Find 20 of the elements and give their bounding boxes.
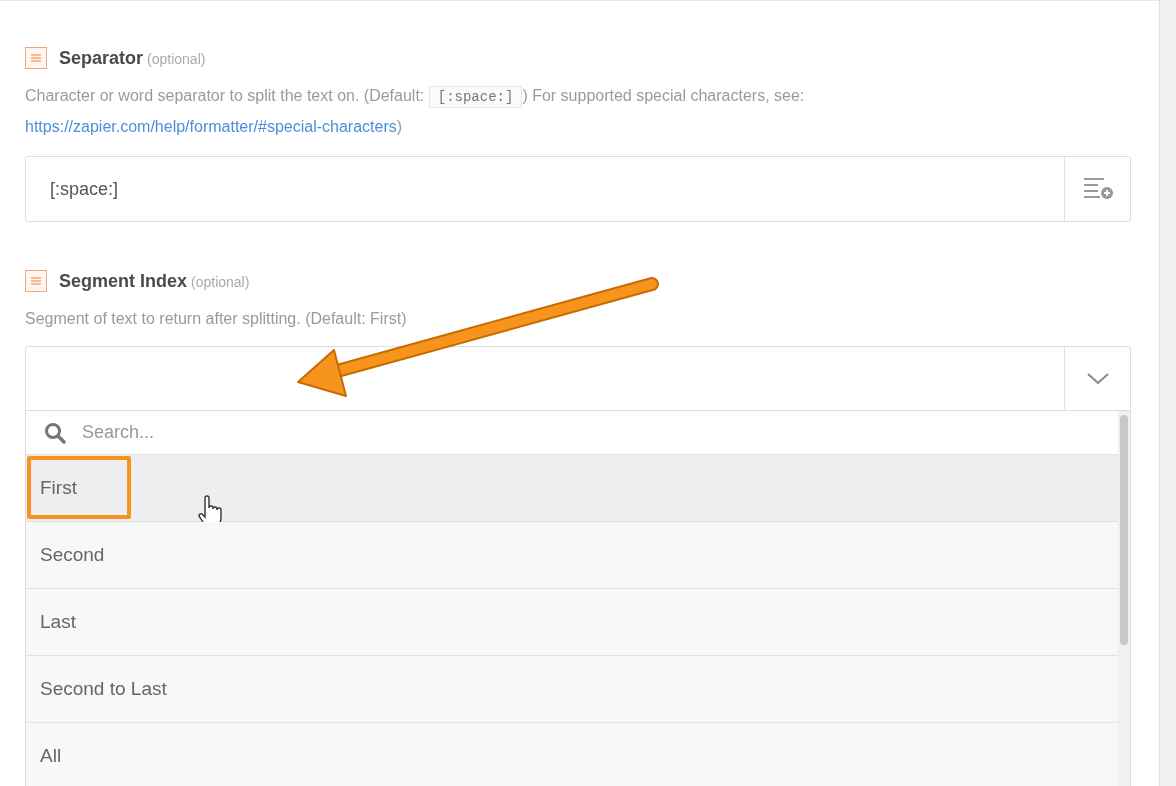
field-type-icon (25, 47, 47, 69)
search-field[interactable]: Search... (26, 411, 1118, 455)
inline-code: [:space:] (428, 86, 523, 108)
field-description: Segment of text to return after splitting. (Default: First) (25, 309, 408, 329)
dropdown-option[interactable]: First (26, 455, 1118, 522)
field-description: Character or word separator to split the text on. (Default: [:space:] ) For supported special characters, see: https://zapier.com/help/formatter/#special-characters) (25, 85, 806, 137)
field-label: Separator (59, 46, 144, 70)
field-type-icon (25, 270, 47, 292)
search-input[interactable]: Search... (82, 419, 1118, 446)
chevron-down-icon (1086, 372, 1109, 385)
field-label: Segment Index (59, 269, 188, 293)
search-icon (44, 421, 66, 444)
optional-hint: (optional) (191, 272, 250, 292)
field-value: [:space:] (49, 177, 120, 201)
dropdown-option[interactable]: Second (26, 522, 1118, 589)
help-link[interactable]: https://zapier.com/help/formatter/#special-characters (25, 118, 397, 135)
scrollbar-thumb[interactable] (1120, 415, 1128, 645)
text-field[interactable]: [:space:] (25, 156, 1131, 222)
optional-hint: (optional) (147, 49, 206, 69)
dropdown-field[interactable] (25, 346, 1131, 411)
